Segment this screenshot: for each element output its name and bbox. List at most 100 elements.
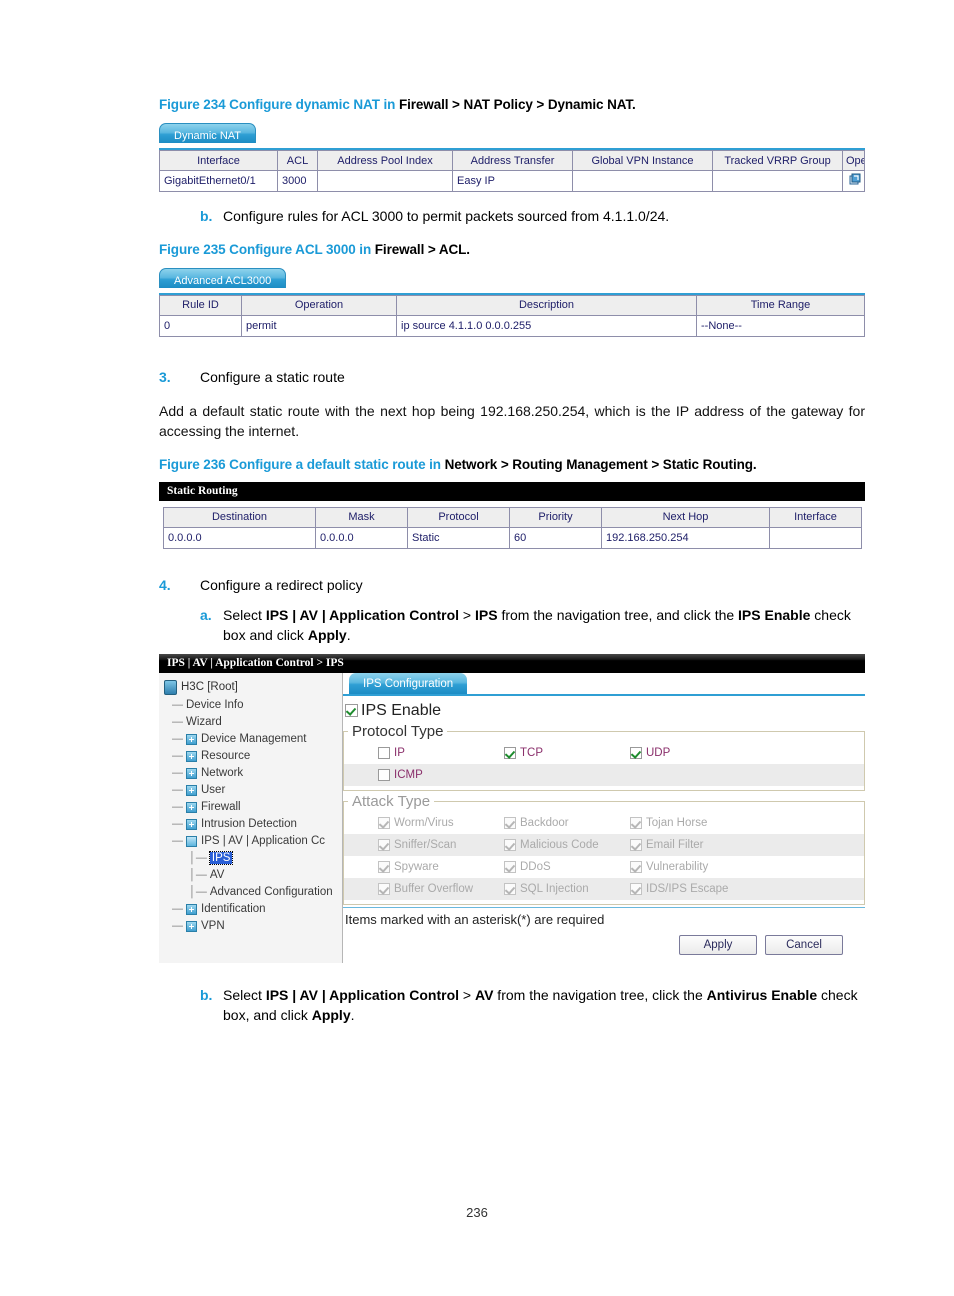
apply-button[interactable]: Apply — [679, 934, 757, 955]
folder-closed-icon[interactable] — [186, 750, 197, 762]
sidebar-item-ips[interactable]: │— IPS — [163, 850, 342, 867]
step-4b: b. Select IPS | AV | Application Control… — [200, 985, 865, 1026]
cell-protocol: Static — [407, 526, 510, 549]
column-header-time-range: Time Range — [696, 294, 865, 316]
checkbox-ids-ips-escape — [630, 882, 642, 895]
s4a-part1: Select — [223, 607, 266, 624]
tab-ips-configuration[interactable]: IPS Configuration — [349, 672, 468, 694]
step-3-static-route: 3. Configure a static route — [159, 367, 865, 387]
step-text: Configure rules for ACL 3000 to permit p… — [223, 208, 670, 225]
sidebar-item-resource[interactable]: — Resource — [163, 748, 342, 765]
checkbox-udp[interactable] — [630, 746, 642, 759]
cell-global-vpn-instance — [572, 170, 713, 193]
s4a-part2: > — [459, 607, 475, 624]
tab-advanced-acl3000[interactable]: Advanced ACL3000 — [159, 267, 287, 288]
tree-connector-icon: — — [172, 699, 183, 712]
column-header-protocol: Protocol — [407, 506, 510, 528]
checkbox-label: UDP — [646, 746, 671, 759]
ips-enable-row[interactable]: IPS Enable — [343, 700, 865, 723]
device-root-icon — [164, 679, 177, 695]
attack-type-row: Sniffer/Scan Malicious Code Email Filter — [344, 833, 864, 856]
s4b-part5: . — [350, 1007, 355, 1024]
protocol-type-option[interactable]: ICMP — [378, 768, 504, 781]
checkbox-label: Buffer Overflow — [394, 882, 474, 895]
tree-connector-icon: — — [172, 784, 183, 797]
sidebar-item-label: Identification — [201, 903, 266, 916]
dynamic-nat-screenshot: Dynamic NAT Interface ACL Address Pool I… — [159, 122, 865, 193]
attack-type-row: Worm/Virus Backdoor Tojan Horse — [344, 812, 864, 834]
cell-acl: 3000 — [277, 170, 318, 193]
checkbox-tcp[interactable] — [504, 746, 516, 759]
ips-enable-label: IPS Enable — [361, 701, 442, 719]
navigation-tree[interactable]: H3C [Root] — Device Info — Wizard — Device Ma… — [159, 672, 343, 963]
sidebar-item-advanced-configuration[interactable]: │— Advanced Configuration — [163, 884, 342, 901]
checkbox-tojan-horse — [630, 816, 642, 829]
ips-breadcrumb: IPS | AV | Application Control > IPS — [159, 653, 865, 673]
folder-closed-icon[interactable] — [186, 818, 197, 830]
sidebar-item-label: Advanced Configuration — [209, 886, 333, 899]
table-row: 0 permit ip source 4.1.1.0 0.0.0.255 --N… — [159, 314, 865, 337]
tree-root-h3c[interactable]: H3C [Root] — [163, 679, 342, 697]
protocol-type-option[interactable]: IP — [378, 746, 504, 759]
attack-type-option: Vulnerability — [630, 860, 756, 873]
tree-connector-icon: — — [172, 733, 183, 746]
sidebar-item-label: User — [201, 784, 226, 797]
checkbox-label: SQL Injection — [520, 882, 589, 895]
folder-closed-icon[interactable] — [186, 767, 197, 779]
sidebar-item-label: Device Management — [201, 733, 307, 746]
cell-destination: 0.0.0.0 — [163, 526, 316, 549]
attack-type-option: Malicious Code — [504, 838, 630, 851]
attack-type-option: Spyware — [378, 860, 504, 873]
sidebar-item-device-management[interactable]: — Device Management — [163, 731, 342, 748]
sidebar-item-firewall[interactable]: — Firewall — [163, 799, 342, 816]
protocol-type-group: Protocol Type IP TCP UDP ICMP — [343, 722, 865, 791]
tab-dynamic-nat[interactable]: Dynamic NAT — [159, 123, 257, 144]
checkbox-label: Worm/Virus — [394, 816, 454, 829]
sidebar-item-identification[interactable]: — Identification — [163, 901, 342, 918]
step-4-redirect-policy: 4. Configure a redirect policy — [159, 575, 865, 595]
checkbox-ip[interactable] — [378, 746, 390, 759]
sidebar-item-label: Intrusion Detection — [201, 818, 297, 831]
checkbox-icmp[interactable] — [378, 768, 390, 781]
checkbox-vulnerability — [630, 860, 642, 873]
folder-closed-icon[interactable] — [186, 784, 197, 796]
sidebar-item-av[interactable]: │— AV — [163, 867, 342, 884]
folder-open-icon[interactable] — [186, 835, 197, 847]
sidebar-item-label: IPS — [208, 851, 234, 866]
sidebar-item-intrusion-detection[interactable]: — Intrusion Detection — [163, 816, 342, 833]
cell-priority: 60 — [509, 526, 602, 549]
sidebar-item-network[interactable]: — Network — [163, 765, 342, 782]
page-number: 236 — [466, 1205, 488, 1220]
folder-closed-icon[interactable] — [186, 801, 197, 813]
tree-item-list: — Device Info — Wizard — Device Management — Re… — [163, 697, 342, 935]
s4b-part1: Select — [223, 986, 266, 1003]
sidebar-item-wizard[interactable]: — Wizard — [163, 714, 342, 731]
sidebar-item-label: VPN — [201, 920, 225, 933]
protocol-type-option[interactable]: TCP — [504, 746, 630, 759]
cell-time-range: --None-- — [696, 314, 865, 337]
step-marker: 3. — [159, 368, 171, 385]
ips-enable-checkbox[interactable] — [345, 704, 358, 718]
dynamic-nat-table: Interface ACL Address Pool Index Address… — [159, 150, 865, 193]
folder-closed-icon[interactable] — [186, 903, 197, 915]
folder-closed-icon[interactable] — [186, 920, 197, 932]
sidebar-item-ips-av-application-cc[interactable]: — IPS | AV | Application Cc — [163, 833, 342, 850]
figure-235-caption: Figure 235 Configure ACL 3000 in Firewal… — [159, 241, 865, 259]
figure-236-caption-prefix: Figure 236 Configure a default static ro… — [159, 456, 445, 472]
protocol-type-option[interactable]: UDP — [630, 746, 756, 759]
cancel-button[interactable]: Cancel — [765, 934, 843, 955]
sidebar-item-user[interactable]: — User — [163, 782, 342, 799]
s4a-part5: . — [346, 627, 351, 644]
protocol-type-legend: Protocol Type — [352, 722, 444, 740]
s4b-part2: > — [459, 986, 475, 1003]
sidebar-item-device-info[interactable]: — Device Info — [163, 697, 342, 714]
tree-branch-icon: │— — [189, 886, 207, 899]
static-routing-table: Destination Mask Protocol Priority Next … — [163, 506, 862, 549]
sidebar-item-vpn[interactable]: — VPN — [163, 918, 342, 935]
checkbox-spyware — [378, 860, 390, 873]
folder-closed-icon[interactable] — [186, 733, 197, 745]
acl3000-screenshot: Advanced ACL3000 Rule ID Operation Descr… — [159, 267, 865, 337]
dynamic-nat-tabstrip: Dynamic NAT — [159, 122, 865, 148]
edit-icon[interactable] — [849, 173, 862, 189]
attack-type-row: Spyware DDoS Vulnerability — [344, 856, 864, 878]
